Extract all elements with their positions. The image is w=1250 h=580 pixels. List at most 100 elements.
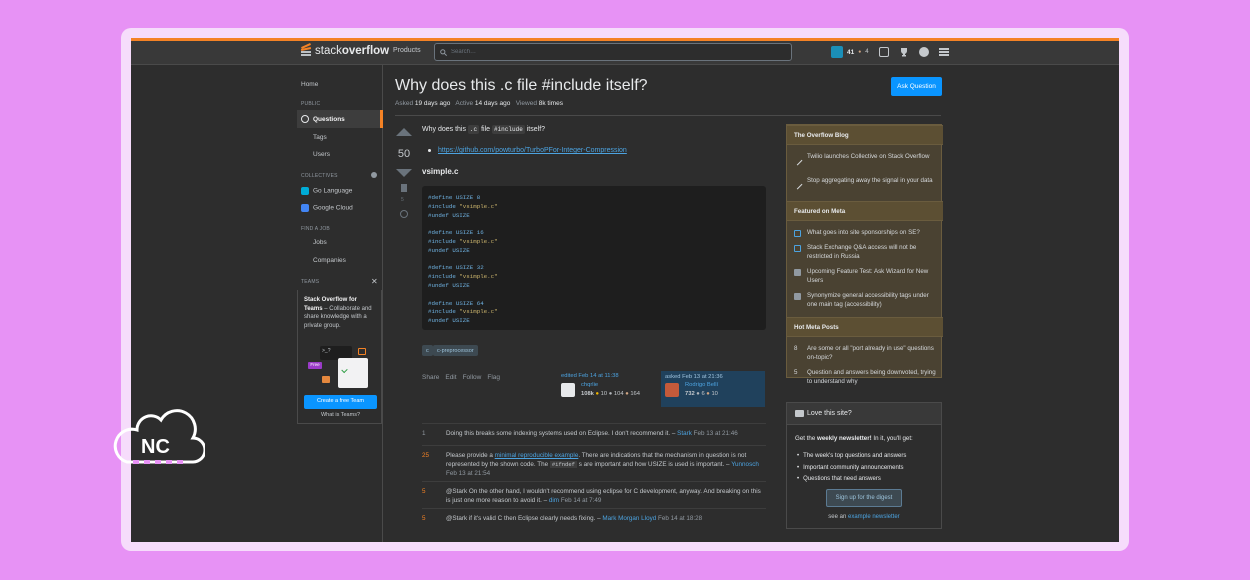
code-string: "vsimple.c"	[455, 202, 498, 210]
code-token: USIZE 64	[452, 299, 484, 307]
teams-promo-text: Stack Overflow for Teams – Collaborate a…	[304, 296, 375, 331]
history-icon[interactable]	[400, 210, 408, 218]
collective-google-cloud[interactable]: Google Cloud	[301, 204, 353, 212]
downvote-arrow-icon[interactable]	[396, 169, 412, 177]
code-keyword: #undef	[428, 211, 449, 219]
meta-item[interactable]: Stack Exchange Q&A access will not be re…	[794, 244, 936, 262]
bronze-badge-dot: ●	[858, 49, 862, 55]
follow-link[interactable]: Follow	[463, 374, 482, 381]
comment-user[interactable]: Mark Morgan Lloyd	[602, 515, 656, 522]
hot-meta-item[interactable]: 8 Are some or all "port already in use" q…	[794, 345, 936, 363]
products-link[interactable]: Products	[393, 47, 421, 54]
meta-item[interactable]: Synonymize general accessibility tags un…	[794, 292, 936, 310]
tag-c-preprocessor[interactable]: c-preprocessor	[433, 345, 478, 356]
github-link[interactable]: https://github.com/powturbo/TurboPFor-In…	[438, 147, 627, 154]
ask-question-button[interactable]: Ask Question	[891, 77, 942, 96]
editor-rep-value: 108k	[581, 391, 594, 397]
mre-link[interactable]: minimal reproducible example	[495, 452, 579, 459]
search-icon	[440, 48, 447, 56]
close-icon[interactable]: ✕	[371, 277, 378, 286]
nc-cloud-logo: NC	[113, 409, 205, 464]
comment-user[interactable]: dim	[549, 497, 559, 504]
question-title[interactable]: Why does this .c file #include itself?	[395, 77, 648, 95]
header-divider	[395, 115, 941, 116]
stack-exchange-icon	[794, 293, 801, 300]
search-box[interactable]	[434, 43, 792, 61]
site-switcher-icon[interactable]	[938, 48, 949, 56]
editor-avatar[interactable]	[561, 383, 575, 397]
top-bar: stackoverflow Products 41 ● 4	[131, 41, 1119, 65]
code-line: #include "vsimple.c"	[428, 203, 760, 212]
nav-home[interactable]: Home	[301, 81, 318, 88]
list-item: Important community announcements	[797, 463, 906, 475]
newsletter-heading: Love this site?	[787, 403, 941, 425]
comment-score: 1	[422, 430, 426, 437]
user-profile[interactable]: 41 ● 4	[831, 46, 869, 58]
example-newsletter-link[interactable]: example newsletter	[848, 514, 900, 520]
newsletter-title: Love this site?	[807, 410, 852, 417]
blog-item[interactable]: Twilio launches Collective on Stack Over…	[792, 153, 936, 166]
inbox-icon[interactable]	[878, 47, 889, 57]
upvote-arrow-icon[interactable]	[396, 128, 412, 136]
asker-name[interactable]: Rodrigo Bellí	[685, 382, 718, 388]
nav-tags[interactable]: Tags	[313, 134, 327, 141]
stack-logo-icon	[300, 43, 313, 58]
info-icon[interactable]	[371, 172, 377, 178]
list-item: The week's top questions and answers	[797, 451, 906, 463]
code-token: USIZE	[448, 246, 470, 254]
comment-date[interactable]: Feb 14 at 18:28	[658, 515, 702, 522]
meta-item[interactable]: What goes into site sponsorships on SE?	[794, 229, 936, 238]
code-line: #define USIZE 8	[428, 194, 760, 203]
browser-window: stackoverflow Products 41 ● 4 Home PUBLI…	[131, 38, 1119, 542]
nav-companies[interactable]: Companies	[313, 257, 346, 264]
edit-link[interactable]: Edit	[445, 374, 456, 381]
question-body: Why does this .c file #include itself?	[422, 125, 766, 134]
achievements-trophy-icon[interactable]	[899, 47, 909, 57]
bookmark-icon[interactable]	[401, 184, 407, 192]
active-value[interactable]: 14 days ago	[475, 100, 510, 107]
code-keyword: #undef	[428, 281, 449, 289]
comment-body: @Stark On the other hand, I wouldn't rec…	[446, 488, 761, 505]
chat-icon	[794, 230, 801, 237]
flag-link[interactable]: Flag	[487, 374, 500, 381]
comment-score: 5	[422, 515, 426, 522]
question-meta: Asked 19 days ago Active 14 days ago Vie…	[395, 100, 563, 107]
help-icon[interactable]	[918, 47, 929, 57]
mail-icon	[795, 410, 804, 417]
tag-c[interactable]: c	[422, 345, 433, 356]
comment-date[interactable]: Feb 14 at 7:49	[561, 497, 602, 504]
code-line: #undef USIZE	[428, 247, 760, 256]
hot-meta-item[interactable]: 5 Question and answers being downvoted, t…	[794, 369, 936, 387]
hot-meta-heading: Hot Meta Posts	[787, 317, 943, 337]
chat-icon	[794, 245, 801, 252]
stackoverflow-logo[interactable]: stack overflow	[300, 43, 389, 58]
create-team-button[interactable]: Create a free Team	[304, 395, 377, 409]
nav-users[interactable]: Users	[313, 151, 330, 158]
meta-item[interactable]: Upcoming Feature Test: Ask Wizard for Ne…	[794, 268, 936, 286]
blog-item[interactable]: Stop aggregating away the signal in your…	[792, 177, 936, 190]
code-keyword: #define	[428, 264, 453, 272]
sign-up-digest-button[interactable]: Sign up for the digest	[826, 489, 902, 507]
newsletter-list: The week's top questions and answers Imp…	[797, 451, 906, 486]
meta-item-text: Upcoming Feature Test: Ask Wizard for Ne…	[807, 268, 929, 284]
comment-user[interactable]: Stark	[677, 430, 692, 437]
code-line: #define USIZE 16	[428, 229, 760, 238]
edited-time[interactable]: edited Feb 14 at 11:38	[561, 373, 657, 379]
viewed-label: Viewed	[515, 100, 537, 107]
nav-jobs[interactable]: Jobs	[313, 239, 327, 246]
comment-user[interactable]: Yunnosch	[731, 461, 759, 468]
asker-avatar[interactable]	[665, 383, 679, 397]
comment-score: 25	[422, 452, 430, 459]
comment-date[interactable]: Feb 13 at 21:46	[694, 430, 738, 437]
nav-questions[interactable]: Questions	[297, 110, 383, 128]
what-is-teams-link[interactable]: What is Teams?	[298, 412, 383, 420]
editor-name[interactable]: chqrlie	[581, 382, 598, 388]
code-line: #define USIZE 32	[428, 264, 760, 273]
share-link[interactable]: Share	[422, 374, 439, 381]
code-token: USIZE	[448, 211, 470, 219]
collective-go-language[interactable]: Go Language	[301, 187, 352, 195]
search-input[interactable]	[451, 49, 771, 55]
comment-date[interactable]: Feb 13 at 21:54	[446, 470, 490, 477]
